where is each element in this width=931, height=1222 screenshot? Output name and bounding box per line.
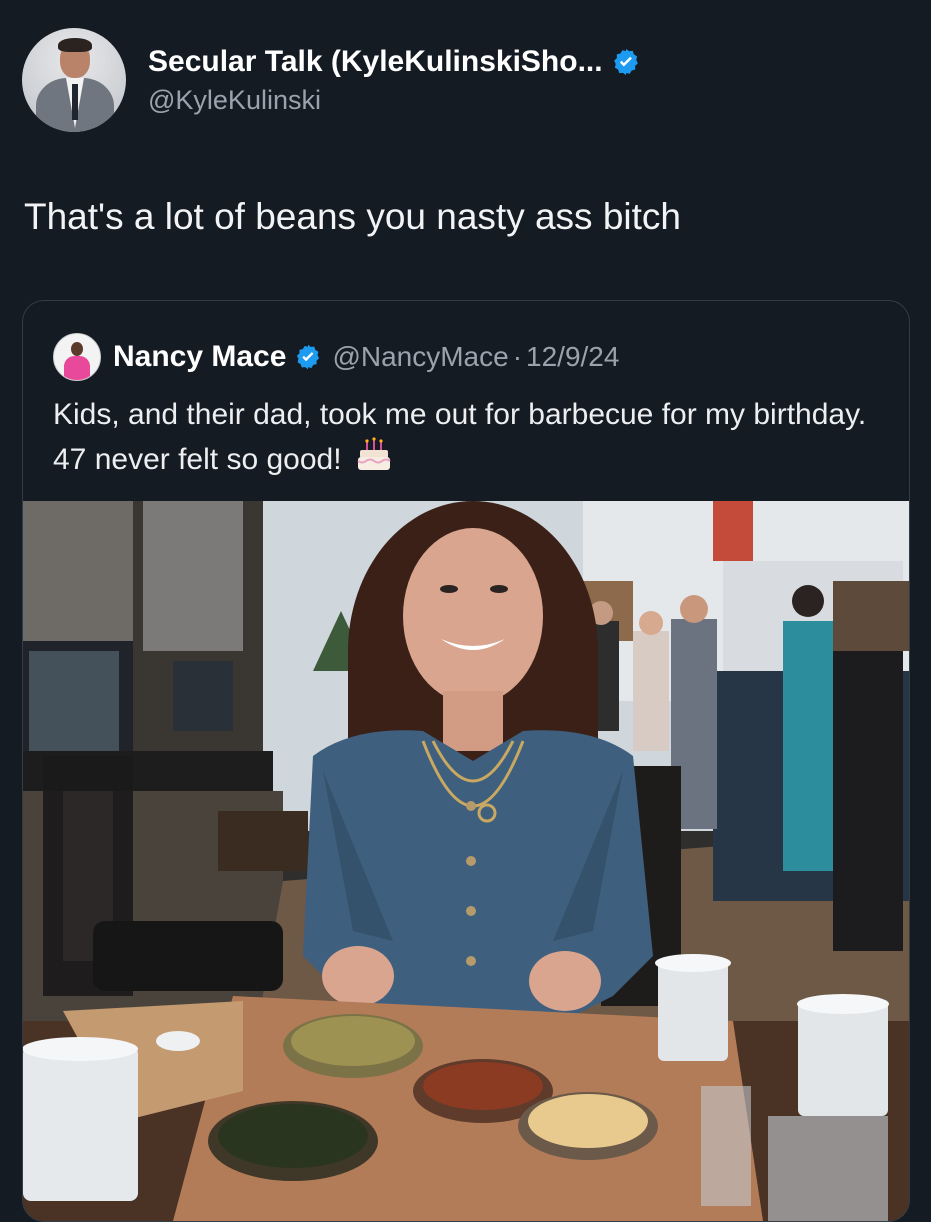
tweet-header: Secular Talk (KyleKulinskiSho... @KyleKu… [22,28,641,132]
verified-badge-icon [297,344,320,370]
author-display-name-row[interactable]: Secular Talk (KyleKulinskiSho... [148,45,641,79]
meta-separator: · [512,341,523,372]
quoted-tweet-text-block: Kids, and their dad, took me out for bar… [53,393,883,482]
author-names: Secular Talk (KyleKulinskiSho... @KyleKu… [148,45,641,116]
quoted-tweet-header: Nancy Mace @NancyMace · 12/9/24 [53,333,619,381]
quoted-author-avatar[interactable] [53,333,101,381]
birthday-dinner-photo[interactable] [23,501,909,1221]
quoted-tweet-date[interactable]: 12/9/24 [526,341,619,373]
author-display-name[interactable]: Secular Talk (KyleKulinskiSho... [148,45,603,79]
quoted-author-handle[interactable]: @NancyMace [332,341,508,373]
quoted-tweet-text: Kids, and their dad, took me out for bar… [53,398,867,476]
quoted-author-name[interactable]: Nancy Mace [113,340,286,374]
tweet-text: That's a lot of beans you nasty ass bitc… [24,196,681,237]
author-handle[interactable]: @KyleKulinski [148,85,641,116]
birthday-cake-icon [357,437,391,470]
quoted-tweet-card[interactable]: Nancy Mace @NancyMace · 12/9/24 Kids, an… [22,300,910,1222]
verified-badge-icon [613,48,638,75]
author-avatar[interactable] [22,28,126,132]
